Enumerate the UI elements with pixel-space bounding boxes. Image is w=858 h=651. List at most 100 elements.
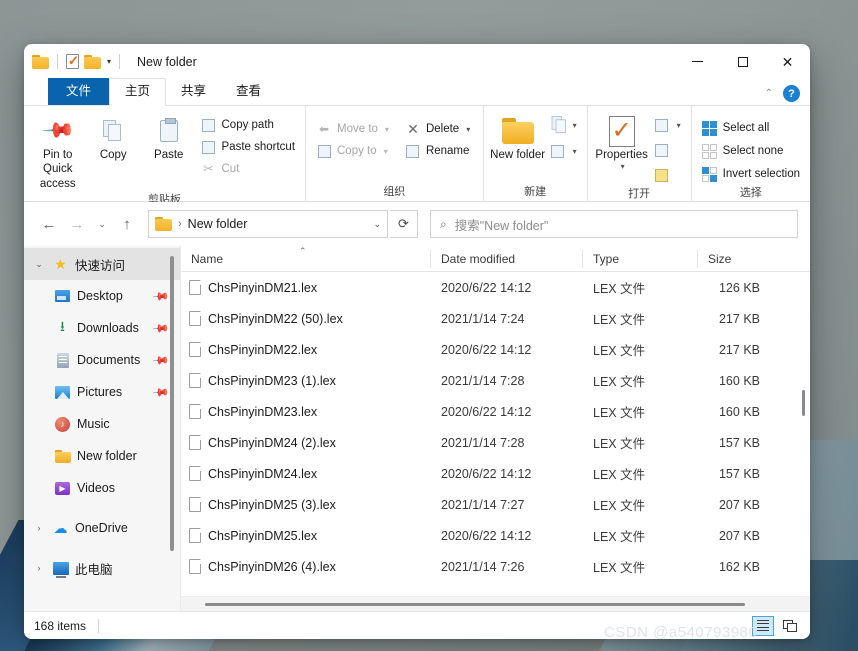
help-button[interactable]: ? — [783, 85, 800, 102]
column-header-size[interactable]: Size — [698, 250, 778, 268]
back-button[interactable]: ← — [36, 211, 62, 237]
tab-home[interactable]: 主页 — [109, 78, 166, 107]
table-row[interactable]: ChsPinyinDM26 (4).lex 2021/1/14 7:26 LEX… — [181, 551, 810, 582]
table-row[interactable]: ChsPinyinDM24 (2).lex 2021/1/14 7:28 LEX… — [181, 427, 810, 458]
pin-icon[interactable]: 📌 — [152, 287, 171, 306]
scrollbar-thumb[interactable] — [205, 603, 745, 606]
easy-access-button[interactable]: ▾ — [546, 141, 581, 161]
invert-selection-button[interactable]: Invert selection — [698, 164, 804, 184]
sidebar-scrollbar[interactable] — [170, 256, 174, 551]
rename-button[interactable]: Rename — [401, 141, 474, 161]
sidebar-item-music[interactable]: ♪ Music — [24, 408, 180, 440]
history-button[interactable] — [650, 165, 685, 185]
chevron-right-icon[interactable]: › — [32, 523, 46, 533]
chevron-down-icon[interactable]: ▾ — [573, 121, 577, 130]
pin-icon[interactable]: 📌 — [152, 319, 171, 338]
cut-button[interactable]: ✂ Cut — [197, 159, 300, 179]
move-to-button[interactable]: ⬅ Move to ▾ — [312, 119, 393, 139]
pin-icon[interactable]: 📌 — [152, 351, 171, 370]
sidebar-item-downloads[interactable]: ⭳ Downloads 📌 — [24, 312, 180, 344]
open-button[interactable]: ▾ — [650, 115, 685, 135]
pin-icon[interactable]: 📌 — [152, 383, 171, 402]
delete-button[interactable]: ✕ Delete ▾ — [401, 119, 474, 139]
forward-button[interactable]: → — [64, 211, 90, 237]
sidebar-item-quick-access[interactable]: ⌄ ★ 快速访问 — [24, 248, 180, 280]
new-item-button[interactable]: ▾ — [546, 115, 581, 135]
sort-ascending-icon: ⌃ — [299, 242, 307, 260]
chevron-down-icon[interactable]: ▾ — [384, 147, 388, 156]
search-input[interactable]: 搜索"New folder" — [455, 215, 549, 234]
sidebar-item-new-folder[interactable]: New folder — [24, 440, 180, 472]
paste-shortcut-button[interactable]: Paste shortcut — [197, 137, 300, 157]
table-row[interactable]: ChsPinyinDM23.lex 2020/6/22 14:12 LEX 文件… — [181, 396, 810, 427]
paste-button[interactable]: Paste — [141, 110, 197, 162]
copy-path-icon — [202, 119, 215, 132]
sidebar-item-this-pc[interactable]: › 此电脑 — [24, 552, 180, 584]
table-row[interactable]: ChsPinyinDM25 (3).lex 2021/1/14 7:27 LEX… — [181, 489, 810, 520]
chevron-down-icon[interactable]: ⌄ — [32, 259, 46, 270]
large-icons-view-button[interactable] — [778, 616, 800, 636]
new-folder-button[interactable]: New folder — [490, 110, 546, 162]
copy-to-button[interactable]: Copy to ▾ — [312, 141, 393, 161]
sidebar-item-videos[interactable]: ▶ Videos — [24, 472, 180, 504]
tab-share[interactable]: 共享 — [166, 79, 221, 106]
search-box[interactable]: ⌕ 搜索"New folder" — [430, 210, 798, 238]
properties-icon[interactable] — [66, 54, 79, 69]
paste-shortcut-icon — [202, 141, 215, 154]
ribbon-group-new: New folder ▾ ▾ 新建 — [484, 106, 588, 202]
minimize-button[interactable] — [675, 44, 720, 79]
close-button[interactable]: ✕ — [765, 44, 810, 79]
details-view-button[interactable] — [752, 616, 774, 636]
folder-icon[interactable] — [32, 55, 49, 69]
copy-button[interactable]: Copy — [86, 110, 142, 162]
sidebar-item-desktop[interactable]: Desktop 📌 — [24, 280, 180, 312]
select-all-button[interactable]: Select all — [698, 118, 804, 138]
chevron-down-icon[interactable]: ⌄ — [373, 219, 381, 230]
copy-path-button[interactable]: Copy path — [197, 115, 300, 135]
scrollbar-thumb[interactable] — [802, 390, 805, 416]
collapse-ribbon-icon[interactable]: ⌃ — [765, 88, 773, 99]
table-row[interactable]: ChsPinyinDM22 (50).lex 2021/1/14 7:24 LE… — [181, 303, 810, 334]
sidebar-item-onedrive[interactable]: › ☁ OneDrive — [24, 512, 180, 544]
table-row[interactable]: ChsPinyinDM23 (1).lex 2021/1/14 7:28 LEX… — [181, 365, 810, 396]
recent-locations-button[interactable]: ⌄ — [92, 211, 112, 237]
chevron-down-icon[interactable]: ▾ — [677, 121, 681, 130]
select-none-button[interactable]: Select none — [698, 141, 804, 161]
chevron-right-icon[interactable]: › — [32, 563, 46, 573]
table-row[interactable]: ChsPinyinDM21.lex 2020/6/22 14:12 LEX 文件… — [181, 272, 810, 303]
maximize-icon — [738, 57, 748, 67]
desktop-icon — [55, 290, 70, 302]
chevron-down-icon[interactable]: ▾ — [621, 162, 625, 172]
sidebar-item-pictures[interactable]: Pictures 📌 — [24, 376, 180, 408]
sidebar-item-label: Music — [77, 417, 110, 431]
pin-to-quick-access-button[interactable]: 📌 Pin to Quick access — [30, 110, 86, 191]
table-row[interactable]: ChsPinyinDM25.lex 2020/6/22 14:12 LEX 文件… — [181, 520, 810, 551]
pin-icon: 📌 — [39, 112, 76, 149]
maximize-button[interactable] — [720, 44, 765, 79]
chevron-down-icon[interactable]: ▾ — [107, 57, 111, 66]
easy-access-icon — [551, 145, 564, 158]
file-name: ChsPinyinDM21.lex — [208, 281, 317, 295]
file-list-scrollbar[interactable] — [802, 272, 808, 589]
table-row[interactable]: ChsPinyinDM24.lex 2020/6/22 14:12 LEX 文件… — [181, 458, 810, 489]
column-header-label: Size — [708, 252, 731, 266]
table-row[interactable]: ChsPinyinDM22.lex 2020/6/22 14:12 LEX 文件… — [181, 334, 810, 365]
new-folder-icon[interactable] — [84, 55, 101, 69]
breadcrumb[interactable]: › New folder ⌄ — [148, 210, 388, 238]
edit-button[interactable] — [650, 140, 685, 160]
refresh-button[interactable]: ⟳ — [390, 210, 418, 238]
file-name-cell: ChsPinyinDM25.lex — [181, 528, 431, 543]
chevron-down-icon[interactable]: ▾ — [466, 125, 470, 134]
chevron-down-icon[interactable]: ▾ — [385, 125, 389, 134]
tab-view[interactable]: 查看 — [221, 79, 276, 106]
column-header-date-modified[interactable]: Date modified — [431, 250, 583, 268]
properties-button[interactable]: Properties ▾ — [594, 110, 650, 172]
chevron-down-icon[interactable]: ▾ — [573, 147, 577, 156]
tab-file[interactable]: 文件 — [48, 78, 109, 105]
breadcrumb-path[interactable]: New folder — [188, 217, 248, 231]
up-button[interactable]: ↑ — [114, 211, 140, 237]
column-header-name[interactable]: ⌃ Name — [181, 250, 431, 268]
column-header-type[interactable]: Type — [583, 250, 698, 268]
horizontal-scrollbar[interactable] — [181, 596, 810, 611]
sidebar-item-documents[interactable]: Documents 📌 — [24, 344, 180, 376]
